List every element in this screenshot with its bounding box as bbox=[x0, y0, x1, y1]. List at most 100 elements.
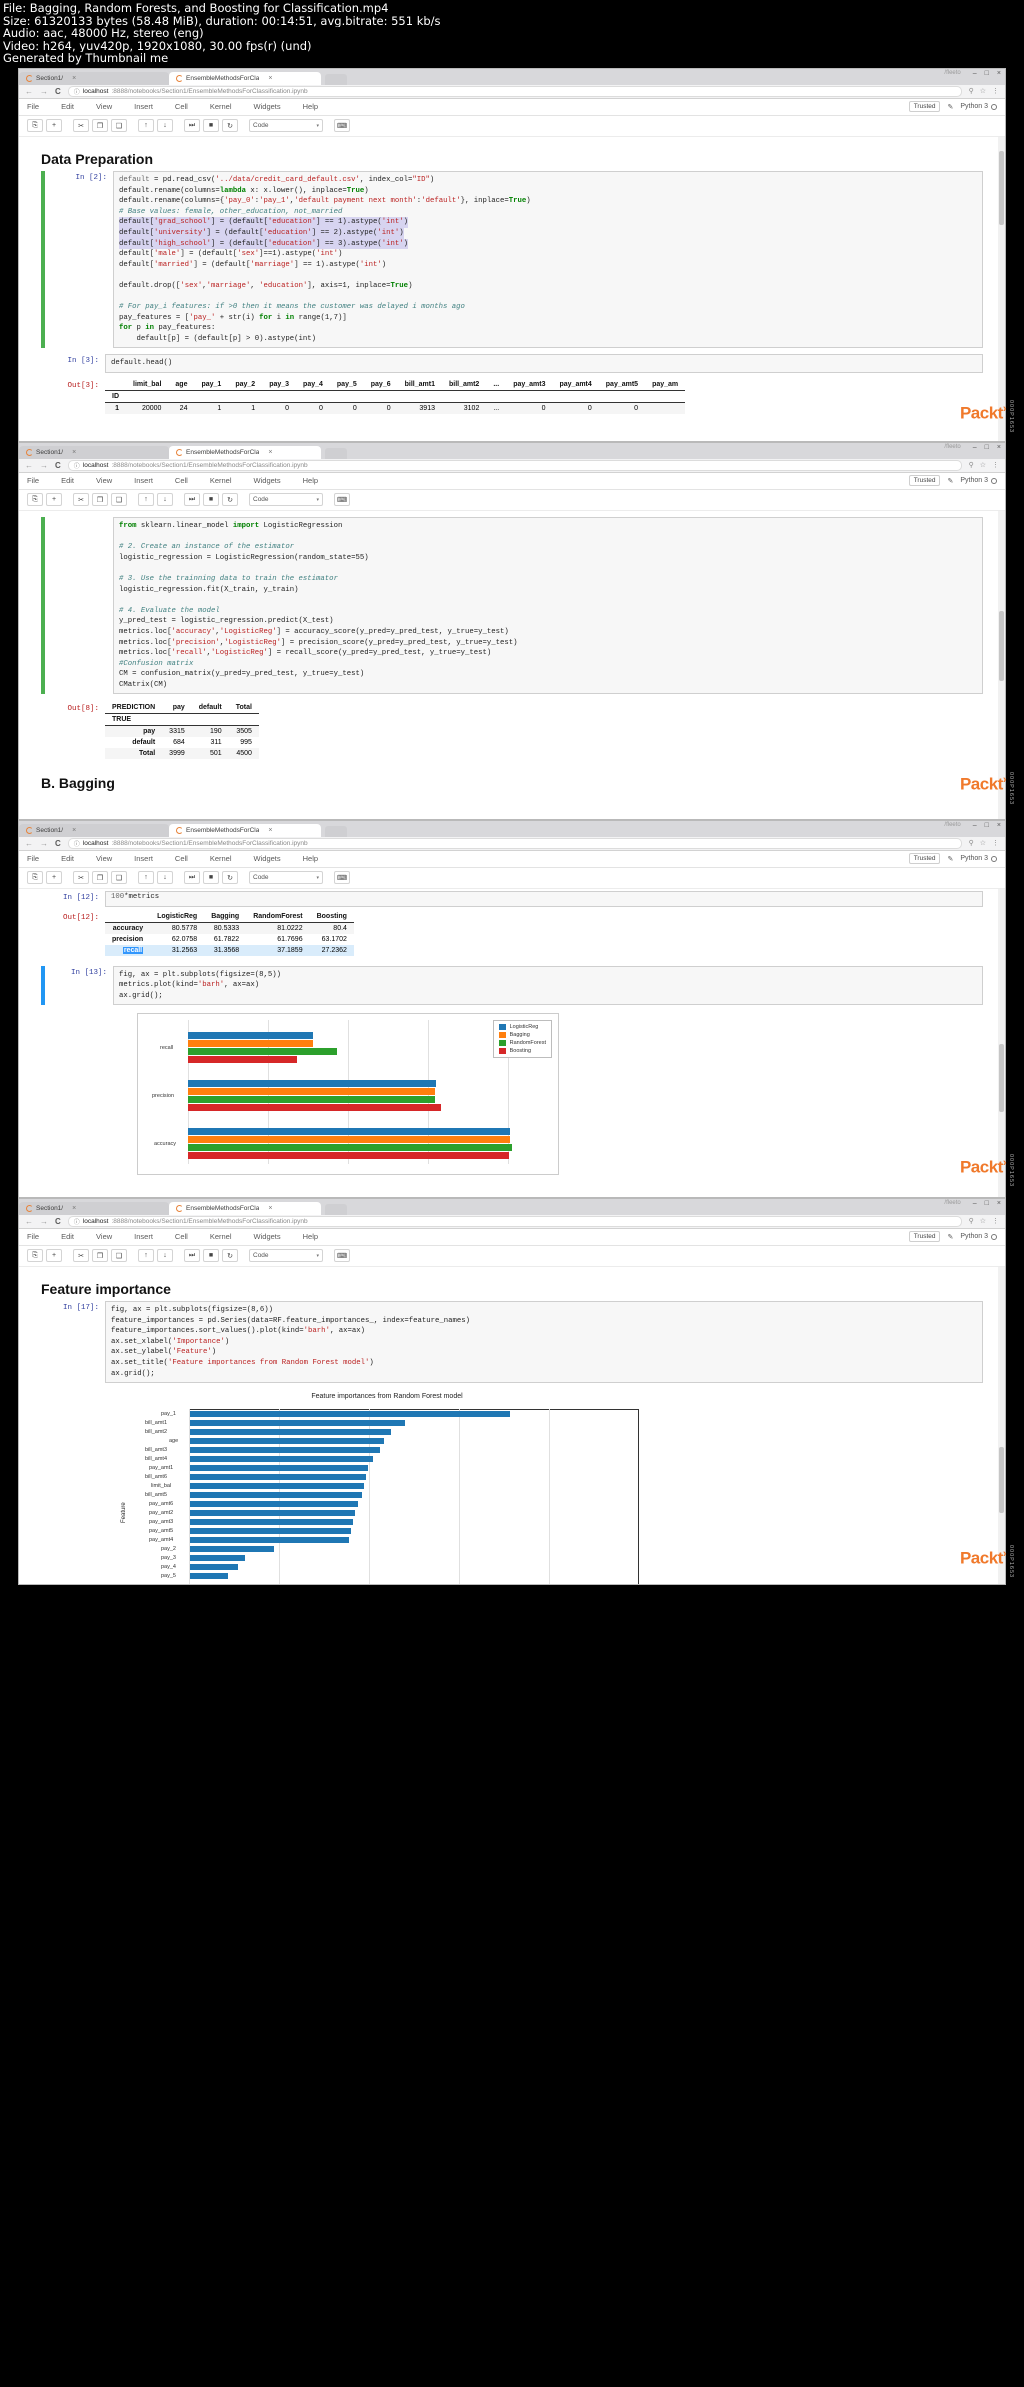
site-info-icon[interactable]: ⓘ bbox=[74, 87, 80, 96]
code-cell-in17[interactable]: In [17]: fig, ax = plt.subplots(figsize=… bbox=[41, 1300, 983, 1384]
forward-icon[interactable]: → bbox=[40, 839, 48, 848]
code-editor[interactable]: from sklearn.linear_model import Logisti… bbox=[113, 516, 983, 695]
menu-insert[interactable]: Insert bbox=[134, 102, 153, 111]
cell-type-select[interactable]: Code ▾ bbox=[249, 871, 323, 885]
restart-button[interactable]: ↻ bbox=[222, 871, 238, 885]
run-button[interactable]: ⏭ bbox=[184, 1249, 200, 1263]
tab-section1[interactable]: Section1/ × bbox=[19, 71, 169, 85]
code-editor[interactable]: fig, ax = plt.subplots(figsize=(8,6)) fe… bbox=[105, 1300, 983, 1384]
move-up-button[interactable]: ↑ bbox=[138, 1249, 154, 1263]
stop-button[interactable]: ■ bbox=[203, 871, 219, 885]
menu-file[interactable]: File bbox=[27, 1232, 39, 1241]
notebook-scrollbar[interactable] bbox=[998, 1266, 1005, 1584]
notebook-scrollbar[interactable] bbox=[998, 888, 1005, 1197]
back-icon[interactable]: ← bbox=[25, 87, 33, 96]
close-icon[interactable]: × bbox=[72, 827, 76, 834]
save-button[interactable]: ⎘ bbox=[27, 119, 43, 133]
forward-icon[interactable]: → bbox=[40, 1217, 48, 1226]
menu-view[interactable]: View bbox=[96, 476, 112, 485]
cut-button[interactable]: ✂ bbox=[73, 119, 89, 133]
menu-insert[interactable]: Insert bbox=[134, 1232, 153, 1241]
code-editor[interactable]: fig, ax = plt.subplots(figsize=(8,5)) me… bbox=[113, 965, 983, 1006]
site-info-icon[interactable]: ⓘ bbox=[74, 1217, 80, 1226]
menu-help[interactable]: Help bbox=[303, 102, 318, 111]
cell-type-select[interactable]: Code ▾ bbox=[249, 119, 323, 133]
run-button[interactable]: ⏭ bbox=[184, 119, 200, 133]
minimize-icon[interactable]: – bbox=[973, 1200, 977, 1207]
back-icon[interactable]: ← bbox=[25, 839, 33, 848]
menu-edit[interactable]: Edit bbox=[61, 854, 74, 863]
menu-insert[interactable]: Insert bbox=[134, 476, 153, 485]
maximize-icon[interactable]: □ bbox=[985, 822, 989, 829]
menu-help[interactable]: Help bbox=[303, 476, 318, 485]
site-info-icon[interactable]: ⓘ bbox=[74, 839, 80, 848]
insert-cell-button[interactable]: + bbox=[46, 493, 62, 507]
menu-cell[interactable]: Cell bbox=[175, 476, 188, 485]
code-editor[interactable]: default = pd.read_csv('../data/credit_ca… bbox=[113, 170, 983, 349]
menu-insert[interactable]: Insert bbox=[134, 854, 153, 863]
stop-button[interactable]: ■ bbox=[203, 119, 219, 133]
close-icon[interactable]: × bbox=[72, 449, 76, 456]
menu-kernel[interactable]: Kernel bbox=[210, 1232, 232, 1241]
scrollbar-thumb[interactable] bbox=[999, 610, 1004, 681]
browser-menu-icon[interactable]: ⋮ bbox=[992, 1217, 999, 1225]
menu-widgets[interactable]: Widgets bbox=[254, 102, 281, 111]
edit-pencil-icon[interactable]: ✎ bbox=[947, 103, 953, 111]
cut-button[interactable]: ✂ bbox=[73, 493, 89, 507]
browser-menu-icon[interactable]: ⋮ bbox=[992, 87, 999, 95]
close-window-icon[interactable]: × bbox=[997, 444, 1001, 451]
close-icon[interactable]: × bbox=[268, 75, 272, 82]
move-up-button[interactable]: ↑ bbox=[138, 871, 154, 885]
stop-button[interactable]: ■ bbox=[203, 1249, 219, 1263]
browser-menu-icon[interactable]: ⋮ bbox=[992, 461, 999, 469]
insert-cell-button[interactable]: + bbox=[46, 119, 62, 133]
menu-widgets[interactable]: Widgets bbox=[254, 476, 281, 485]
paste-button[interactable]: ❑ bbox=[111, 119, 127, 133]
tab-ensemblemethods[interactable]: EnsembleMethodsForCla × bbox=[169, 71, 321, 85]
trusted-badge[interactable]: Trusted bbox=[908, 475, 941, 487]
move-down-button[interactable]: ↓ bbox=[157, 1249, 173, 1263]
kernel-indicator[interactable]: Python 3 bbox=[960, 855, 997, 862]
edit-pencil-icon[interactable]: ✎ bbox=[947, 1233, 953, 1241]
menu-view[interactable]: View bbox=[96, 1232, 112, 1241]
close-icon[interactable]: × bbox=[72, 1205, 76, 1212]
restart-button[interactable]: ↻ bbox=[222, 493, 238, 507]
search-icon[interactable]: ⚲ bbox=[969, 839, 974, 847]
scrollbar-thumb[interactable] bbox=[999, 150, 1004, 225]
menu-edit[interactable]: Edit bbox=[61, 1232, 74, 1241]
copy-button[interactable]: ❐ bbox=[92, 1249, 108, 1263]
restart-button[interactable]: ↻ bbox=[222, 119, 238, 133]
search-icon[interactable]: ⚲ bbox=[969, 87, 974, 95]
menu-cell[interactable]: Cell bbox=[175, 854, 188, 863]
code-editor[interactable]: default.head() bbox=[105, 354, 983, 374]
new-tab-button[interactable] bbox=[325, 825, 347, 837]
trusted-badge[interactable]: Trusted bbox=[908, 853, 941, 865]
minimize-icon[interactable]: – bbox=[973, 444, 977, 451]
copy-button[interactable]: ❐ bbox=[92, 493, 108, 507]
restart-button[interactable]: ↻ bbox=[222, 1249, 238, 1263]
bookmark-star-icon[interactable]: ☆ bbox=[980, 839, 986, 847]
tab-section1[interactable]: Section1/ × bbox=[19, 445, 169, 459]
minimize-icon[interactable]: – bbox=[973, 70, 977, 77]
trusted-badge[interactable]: Trusted bbox=[908, 101, 941, 113]
back-icon[interactable]: ← bbox=[25, 461, 33, 470]
menu-widgets[interactable]: Widgets bbox=[254, 1232, 281, 1241]
menu-edit[interactable]: Edit bbox=[61, 102, 74, 111]
reload-icon[interactable]: C bbox=[55, 461, 61, 470]
maximize-icon[interactable]: □ bbox=[985, 444, 989, 451]
insert-cell-button[interactable]: + bbox=[46, 871, 62, 885]
menu-file[interactable]: File bbox=[27, 102, 39, 111]
bookmark-star-icon[interactable]: ☆ bbox=[980, 87, 986, 95]
menu-view[interactable]: View bbox=[96, 854, 112, 863]
paste-button[interactable]: ❑ bbox=[111, 493, 127, 507]
tab-section1[interactable]: Section1/ × bbox=[19, 1201, 169, 1215]
command-palette-button[interactable]: ⌨ bbox=[334, 871, 350, 885]
menu-cell[interactable]: Cell bbox=[175, 102, 188, 111]
close-icon[interactable]: × bbox=[268, 1205, 272, 1212]
trusted-badge[interactable]: Trusted bbox=[908, 1231, 941, 1243]
menu-view[interactable]: View bbox=[96, 102, 112, 111]
code-cell-in2[interactable]: In [2]: default = pd.read_csv('../data/c… bbox=[41, 170, 983, 349]
edit-pencil-icon[interactable]: ✎ bbox=[947, 855, 953, 863]
notebook-scrollbar[interactable] bbox=[998, 136, 1005, 441]
cell-type-select[interactable]: Code ▾ bbox=[249, 1249, 323, 1263]
